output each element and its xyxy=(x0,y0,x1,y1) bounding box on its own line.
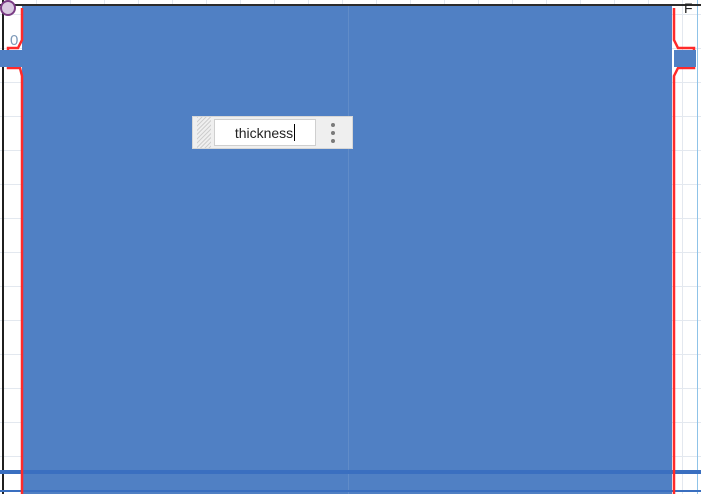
more-options-icon[interactable] xyxy=(328,122,338,144)
profile-tab-right xyxy=(674,50,696,67)
kebab-dot xyxy=(331,130,335,135)
sketch-profile[interactable] xyxy=(0,0,701,494)
drag-handle-icon[interactable] xyxy=(197,117,211,148)
profile-tab-left xyxy=(0,50,22,67)
text-caret xyxy=(294,124,296,141)
origin-point-icon[interactable] xyxy=(0,0,16,16)
corner-label: F xyxy=(684,0,693,16)
origin-label: 0 xyxy=(10,32,19,49)
profile-edge-right xyxy=(672,8,696,494)
floating-name-toolbar[interactable]: thickness xyxy=(192,116,353,149)
name-input[interactable]: thickness xyxy=(214,119,316,146)
kebab-dot xyxy=(331,122,335,127)
name-input-value: thickness xyxy=(234,124,294,141)
kebab-dot xyxy=(331,138,335,143)
profile-edge-left xyxy=(6,8,24,494)
